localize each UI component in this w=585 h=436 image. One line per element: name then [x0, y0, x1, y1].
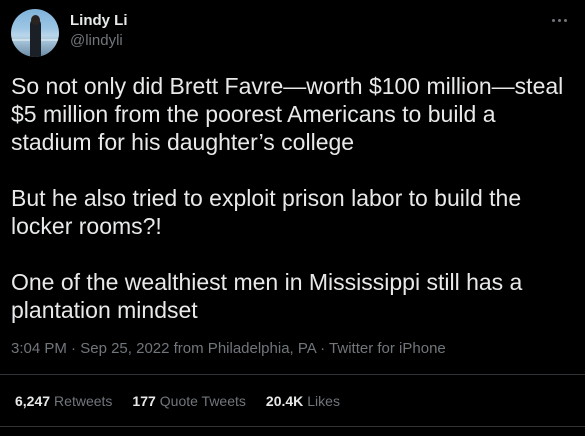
likes-stat[interactable]: 20.4K Likes	[266, 393, 340, 409]
tweet-paragraph: One of the wealthiest men in Mississippi…	[11, 269, 523, 323]
meta-separator: ·	[320, 340, 326, 357]
divider	[0, 374, 585, 375]
tweet-stats: 6,247 Retweets 177 Quote Tweets 20.4K Likes	[15, 393, 340, 409]
more-dot	[563, 18, 567, 22]
tweet-text: So not only did Brett Favre—worth $100 m…	[11, 72, 573, 352]
tweet-paragraph: So not only did Brett Favre—worth $100 m…	[11, 73, 564, 155]
meta-separator: ·	[71, 340, 77, 357]
tweet-card: Lindy Li @lindyli So not only did Brett …	[0, 0, 585, 436]
retweets-count: 6,247	[15, 393, 51, 409]
tweet-source[interactable]: Twitter for iPhone	[329, 340, 446, 357]
quote-tweets-stat[interactable]: 177 Quote Tweets	[132, 393, 246, 409]
tweet-location[interactable]: from Philadelphia, PA	[174, 340, 316, 357]
likes-label: Likes	[307, 393, 340, 409]
author-handle[interactable]: @lindyli	[70, 32, 123, 49]
quote-tweets-label: Quote Tweets	[159, 393, 246, 409]
author-name[interactable]: Lindy Li	[70, 12, 128, 29]
tweet-date[interactable]: Sep 25, 2022	[80, 340, 169, 357]
likes-count: 20.4K	[265, 393, 304, 409]
tweet-metadata: 3:04 PM · Sep 25, 2022 from Philadelphia…	[11, 340, 446, 357]
tweet-time[interactable]: 3:04 PM	[11, 340, 67, 357]
divider	[0, 426, 585, 427]
more-dot	[551, 18, 555, 22]
avatar[interactable]	[11, 9, 59, 57]
tweet-paragraph: But he also tried to exploit prison labo…	[11, 185, 522, 239]
quote-tweets-count: 177	[132, 393, 156, 409]
avatar-head	[31, 15, 40, 25]
more-dot	[557, 18, 561, 22]
retweets-label: Retweets	[54, 393, 113, 409]
retweets-stat[interactable]: 6,247 Retweets	[15, 393, 112, 409]
more-options-icon[interactable]	[547, 10, 571, 30]
